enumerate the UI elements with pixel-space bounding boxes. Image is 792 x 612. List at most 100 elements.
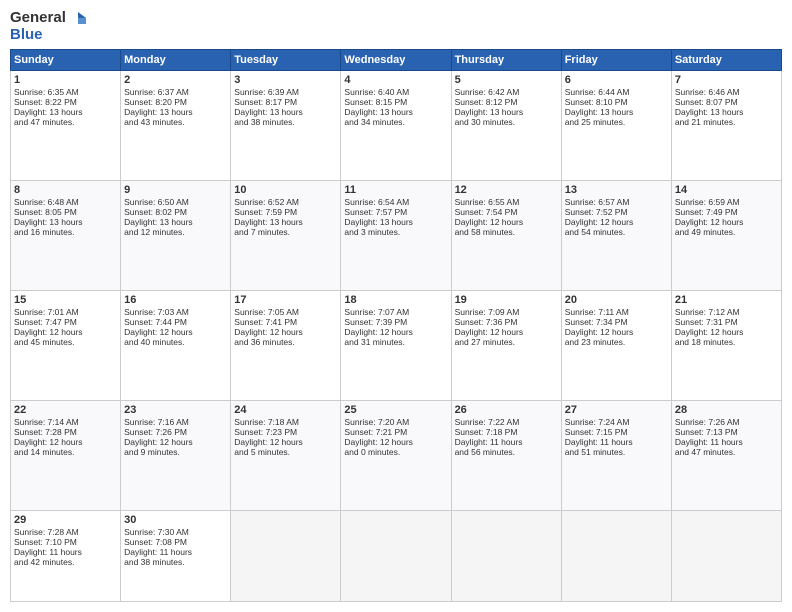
cell-line: Sunset: 8:05 PM <box>14 207 117 217</box>
calendar-cell: 20Sunrise: 7:11 AMSunset: 7:34 PMDayligh… <box>561 290 671 400</box>
day-number: 22 <box>14 404 117 416</box>
calendar-week-row: 15Sunrise: 7:01 AMSunset: 7:47 PMDayligh… <box>11 290 782 400</box>
cell-line: Daylight: 12 hours <box>14 327 117 337</box>
calendar-cell: 4Sunrise: 6:40 AMSunset: 8:15 PMDaylight… <box>341 71 451 181</box>
cell-line: and 7 minutes. <box>234 227 337 237</box>
day-number: 21 <box>675 294 778 306</box>
day-number: 3 <box>234 74 337 86</box>
weekday-header: Thursday <box>451 50 561 71</box>
cell-line: Sunrise: 7:26 AM <box>675 417 778 427</box>
calendar-cell: 8Sunrise: 6:48 AMSunset: 8:05 PMDaylight… <box>11 180 121 290</box>
cell-line: Sunset: 7:49 PM <box>675 207 778 217</box>
day-number: 4 <box>344 74 447 86</box>
cell-line: Daylight: 11 hours <box>675 437 778 447</box>
cell-line: and 31 minutes. <box>344 337 447 347</box>
cell-line: Sunrise: 7:12 AM <box>675 307 778 317</box>
calendar-cell: 17Sunrise: 7:05 AMSunset: 7:41 PMDayligh… <box>231 290 341 400</box>
cell-line: Daylight: 12 hours <box>455 327 558 337</box>
weekday-header: Friday <box>561 50 671 71</box>
cell-line: Sunset: 7:34 PM <box>565 317 668 327</box>
calendar-week-row: 29Sunrise: 7:28 AMSunset: 7:10 PMDayligh… <box>11 510 782 601</box>
cell-line: Daylight: 13 hours <box>124 217 227 227</box>
calendar-cell: 12Sunrise: 6:55 AMSunset: 7:54 PMDayligh… <box>451 180 561 290</box>
day-number: 25 <box>344 404 447 416</box>
cell-line: and 30 minutes. <box>455 117 558 127</box>
cell-line: and 36 minutes. <box>234 337 337 347</box>
cell-line: Sunset: 8:22 PM <box>14 97 117 107</box>
day-number: 5 <box>455 74 558 86</box>
cell-line: Daylight: 13 hours <box>455 107 558 117</box>
cell-line: Daylight: 12 hours <box>344 327 447 337</box>
cell-line: Daylight: 12 hours <box>455 217 558 227</box>
calendar-cell: 30Sunrise: 7:30 AMSunset: 7:08 PMDayligh… <box>121 510 231 601</box>
logo: General Blue <box>10 10 86 43</box>
cell-line: Daylight: 11 hours <box>565 437 668 447</box>
cell-line: Daylight: 12 hours <box>565 327 668 337</box>
cell-line: Sunrise: 7:05 AM <box>234 307 337 317</box>
cell-line: Sunset: 7:08 PM <box>124 537 227 547</box>
day-number: 20 <box>565 294 668 306</box>
cell-line: Sunset: 7:21 PM <box>344 427 447 437</box>
cell-line: Sunset: 7:47 PM <box>14 317 117 327</box>
weekday-header: Monday <box>121 50 231 71</box>
cell-line: and 16 minutes. <box>14 227 117 237</box>
calendar-table: SundayMondayTuesdayWednesdayThursdayFrid… <box>10 49 782 602</box>
cell-line: Sunrise: 7:28 AM <box>14 527 117 537</box>
cell-line: and 56 minutes. <box>455 447 558 457</box>
cell-line: and 49 minutes. <box>675 227 778 237</box>
cell-line: and 40 minutes. <box>124 337 227 347</box>
cell-line: and 58 minutes. <box>455 227 558 237</box>
calendar-cell: 2Sunrise: 6:37 AMSunset: 8:20 PMDaylight… <box>121 71 231 181</box>
cell-line: Sunrise: 6:35 AM <box>14 87 117 97</box>
cell-line: Sunrise: 7:22 AM <box>455 417 558 427</box>
cell-line: Sunset: 7:31 PM <box>675 317 778 327</box>
calendar-week-row: 8Sunrise: 6:48 AMSunset: 8:05 PMDaylight… <box>11 180 782 290</box>
day-number: 6 <box>565 74 668 86</box>
calendar-cell: 21Sunrise: 7:12 AMSunset: 7:31 PMDayligh… <box>671 290 781 400</box>
cell-line: Sunrise: 7:20 AM <box>344 417 447 427</box>
calendar-cell: 6Sunrise: 6:44 AMSunset: 8:10 PMDaylight… <box>561 71 671 181</box>
cell-line: and 34 minutes. <box>344 117 447 127</box>
cell-line: and 54 minutes. <box>565 227 668 237</box>
cell-line: and 18 minutes. <box>675 337 778 347</box>
cell-line: Sunset: 8:15 PM <box>344 97 447 107</box>
cell-line: Daylight: 12 hours <box>344 437 447 447</box>
cell-line: and 3 minutes. <box>344 227 447 237</box>
day-number: 15 <box>14 294 117 306</box>
cell-line: Sunrise: 7:03 AM <box>124 307 227 317</box>
cell-line: Sunset: 7:36 PM <box>455 317 558 327</box>
calendar-cell: 25Sunrise: 7:20 AMSunset: 7:21 PMDayligh… <box>341 400 451 510</box>
day-number: 29 <box>14 514 117 526</box>
cell-line: Sunset: 7:28 PM <box>14 427 117 437</box>
logo-blue: Blue <box>10 27 86 44</box>
cell-line: Sunset: 7:54 PM <box>455 207 558 217</box>
cell-line: and 47 minutes. <box>675 447 778 457</box>
cell-line: Sunset: 7:57 PM <box>344 207 447 217</box>
cell-line: and 43 minutes. <box>124 117 227 127</box>
cell-line: and 27 minutes. <box>455 337 558 347</box>
day-number: 23 <box>124 404 227 416</box>
cell-line: and 0 minutes. <box>344 447 447 457</box>
day-number: 7 <box>675 74 778 86</box>
cell-line: Daylight: 13 hours <box>234 217 337 227</box>
day-number: 18 <box>344 294 447 306</box>
day-number: 27 <box>565 404 668 416</box>
calendar-cell <box>561 510 671 601</box>
day-number: 8 <box>14 184 117 196</box>
cell-line: Daylight: 13 hours <box>675 107 778 117</box>
day-number: 19 <box>455 294 558 306</box>
calendar-cell <box>451 510 561 601</box>
cell-line: Sunset: 7:52 PM <box>565 207 668 217</box>
day-number: 16 <box>124 294 227 306</box>
calendar-cell <box>341 510 451 601</box>
cell-line: and 51 minutes. <box>565 447 668 457</box>
cell-line: Sunset: 8:17 PM <box>234 97 337 107</box>
cell-line: Sunset: 7:44 PM <box>124 317 227 327</box>
day-number: 9 <box>124 184 227 196</box>
cell-line: Daylight: 12 hours <box>124 327 227 337</box>
calendar-cell <box>231 510 341 601</box>
logo-bird-icon <box>68 10 86 26</box>
calendar-cell: 13Sunrise: 6:57 AMSunset: 7:52 PMDayligh… <box>561 180 671 290</box>
calendar-cell: 1Sunrise: 6:35 AMSunset: 8:22 PMDaylight… <box>11 71 121 181</box>
cell-line: Sunset: 7:13 PM <box>675 427 778 437</box>
